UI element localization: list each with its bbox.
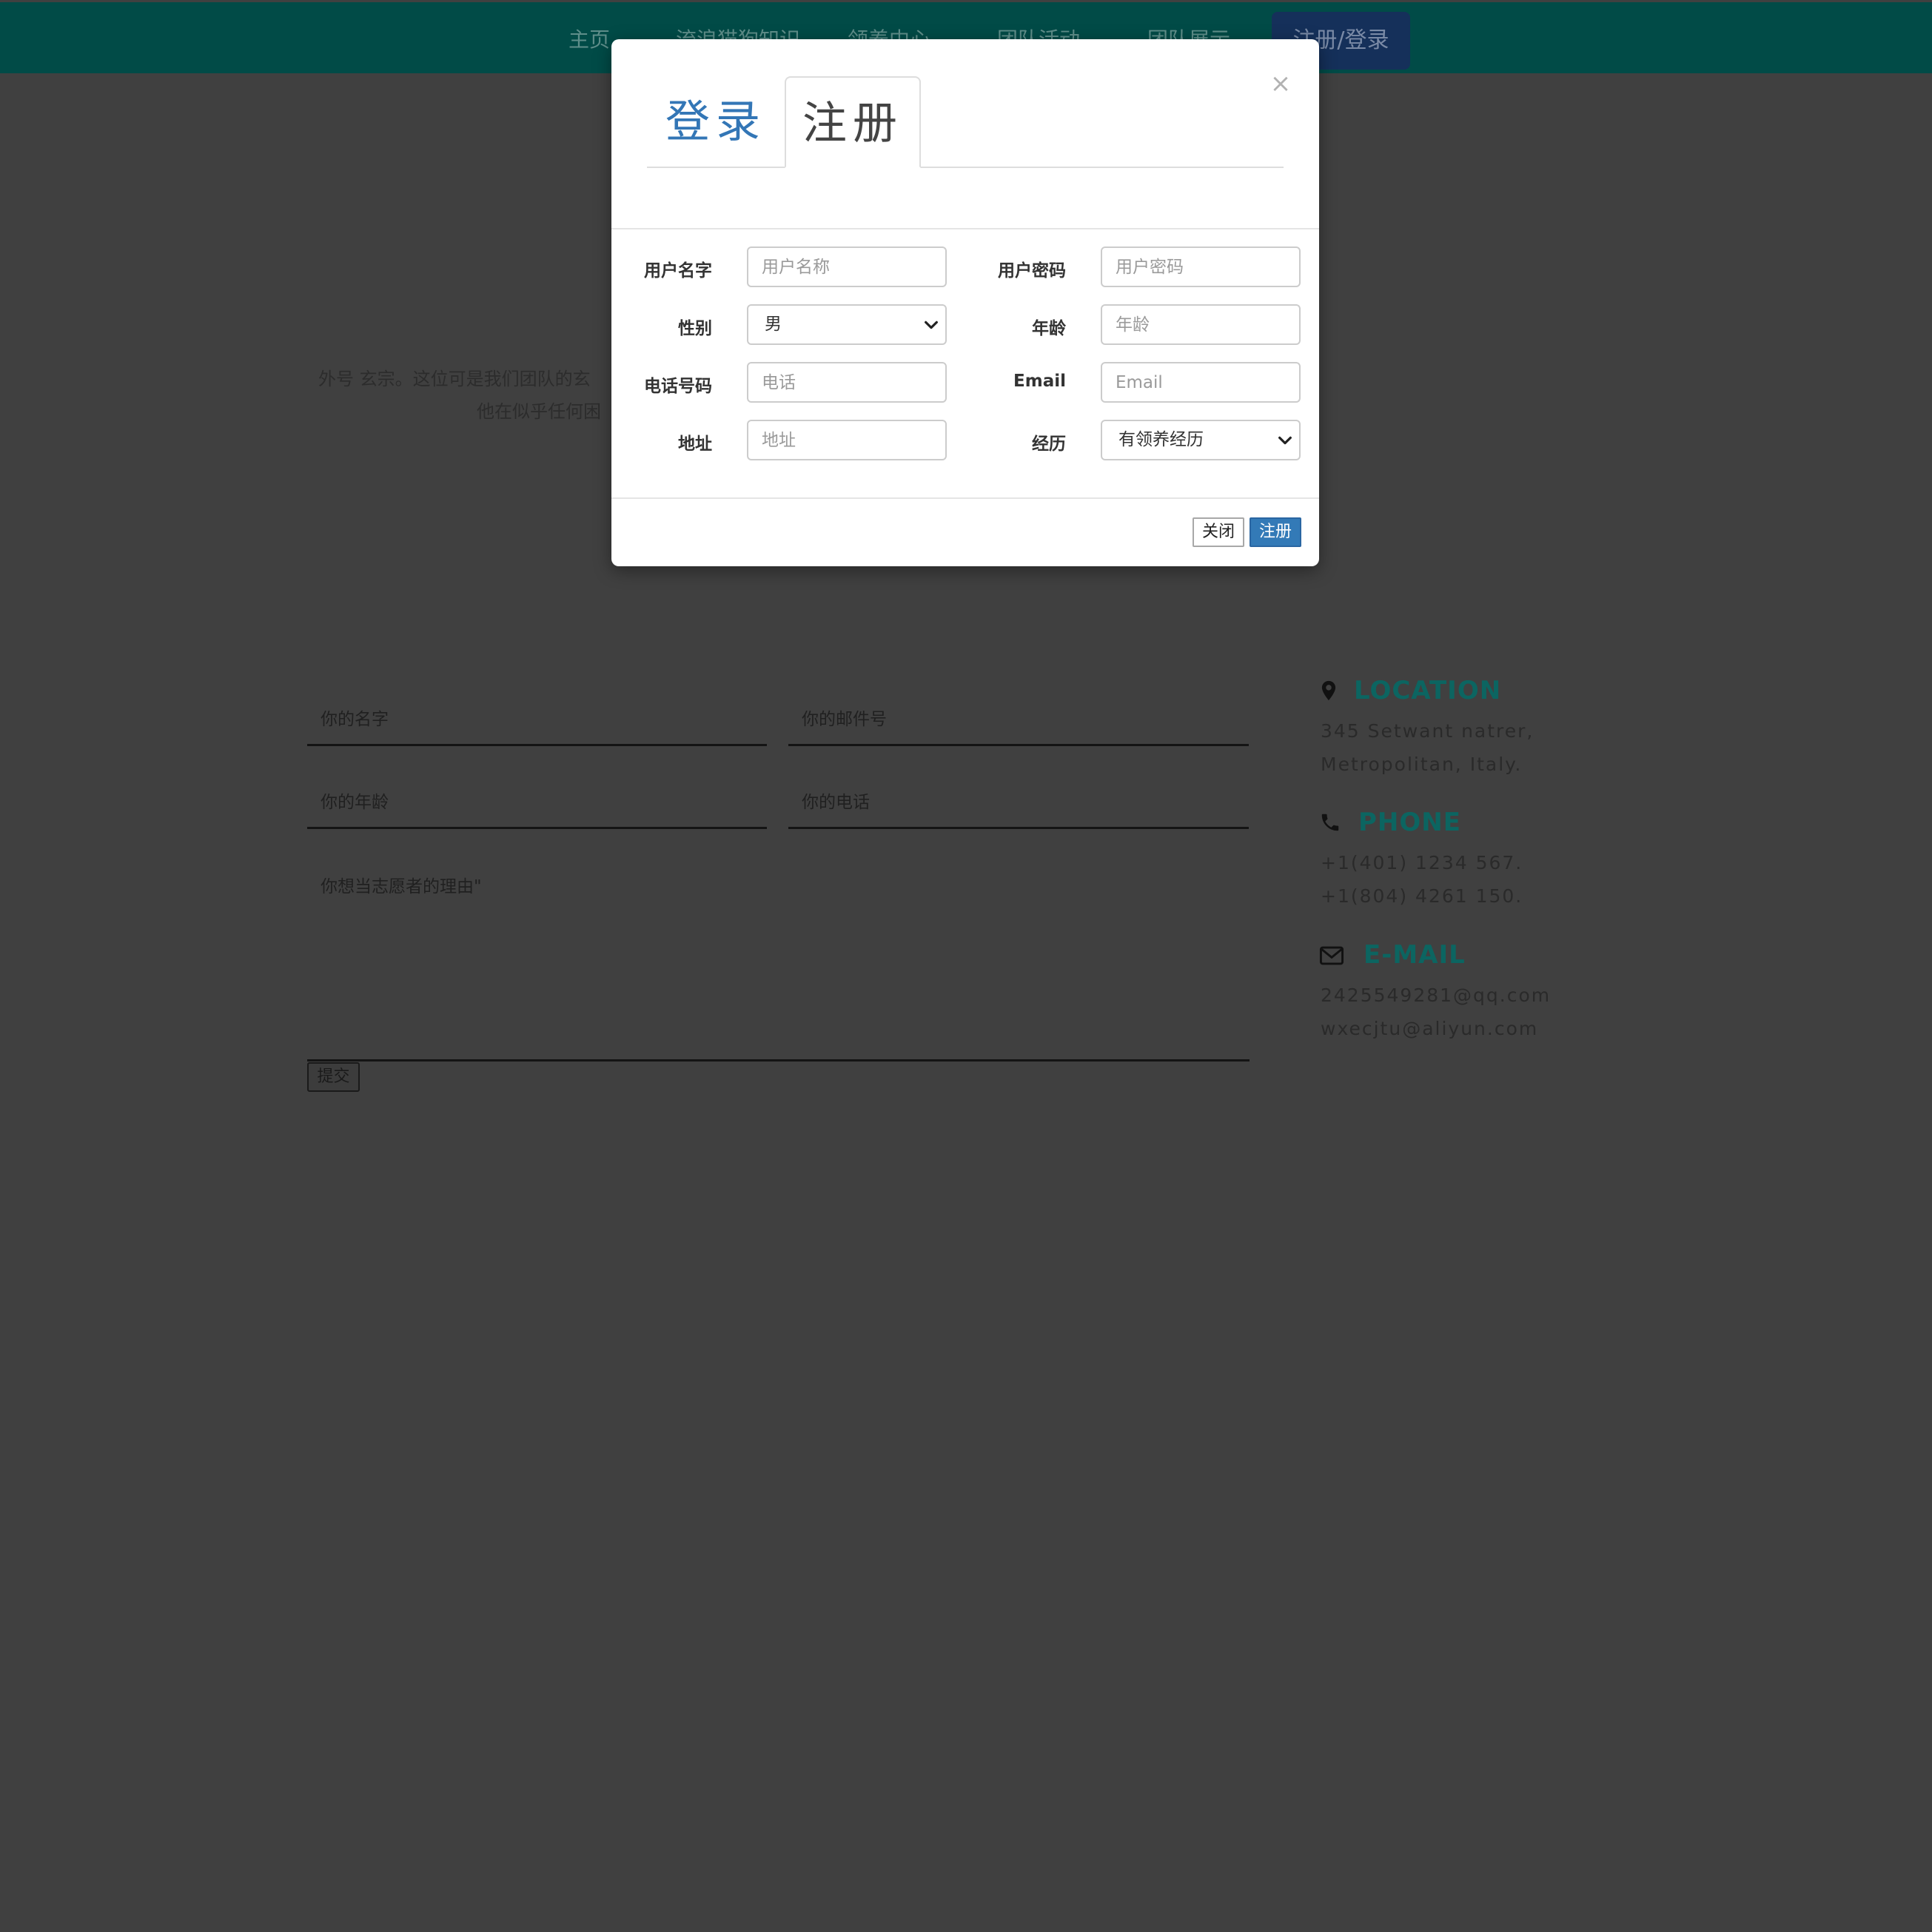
email-input[interactable] [1101,362,1301,403]
phone-icon [1321,814,1339,831]
phone-label: 电话号码 [644,377,712,396]
chevron-down-icon [1278,436,1292,445]
email-placeholder: 你的邮件号 [802,710,887,729]
bio-text-line1: 外号 玄宗。这位可是我们团队的玄 [318,369,591,389]
gender-label: 性别 [678,319,712,338]
experience-select[interactable]: 有领养经历 [1101,420,1301,460]
age-input[interactable] [1101,304,1301,345]
experience-value: 有领养经历 [1118,430,1204,449]
close-button[interactable]: 关闭 [1193,517,1244,547]
reason-textarea[interactable]: 你想当志愿者的理由" [307,872,1250,1061]
tab-register[interactable]: 注册 [785,76,921,168]
gender-value: 男 [765,315,782,334]
phone-heading: PHONE [1358,808,1461,837]
address-label: 地址 [678,435,712,454]
name-placeholder: 你的名字 [321,710,389,729]
header-divider [611,228,1319,229]
email-input[interactable]: 你的邮件号 [788,705,1249,746]
register-modal: × 登录 注册 用户名字 用户密码 性别 男 年龄 电话号码 Email 地址 … [611,39,1319,566]
username-input[interactable] [747,246,947,287]
phone-line2: +1(804) 4261 150. [1321,885,1523,907]
age-input[interactable]: 你的年龄 [307,788,767,829]
phone-line1: +1(401) 1234 567. [1321,852,1523,873]
password-input[interactable] [1101,246,1301,287]
submit-button[interactable]: 提交 [307,1062,360,1092]
username-label: 用户名字 [644,261,712,281]
phone-input[interactable] [747,362,947,403]
email-label: Email [1013,372,1066,391]
age-placeholder: 你的年龄 [321,793,389,812]
phone-input[interactable]: 你的电话 [788,788,1249,829]
register-button[interactable]: 注册 [1250,517,1301,547]
address-input[interactable] [747,420,947,460]
gender-select[interactable]: 男 [747,304,947,345]
phone-placeholder: 你的电话 [802,793,870,812]
tab-login[interactable]: 登录 [647,76,785,168]
footer-divider [611,497,1319,499]
map-marker-icon [1321,680,1336,701]
bio-text-line2: 他在似乎任何困 [477,401,601,422]
age-label: 年龄 [1032,319,1066,338]
reason-placeholder: 你想当志愿者的理由" [321,877,482,896]
chevron-down-icon [925,321,938,329]
location-line2: Metropolitan, Italy. [1321,754,1523,775]
experience-label: 经历 [1032,435,1066,454]
nav-item-home[interactable]: 主页 [568,2,610,73]
close-icon[interactable]: × [1266,69,1295,98]
email-line1: 2425549281@qq.com [1321,985,1552,1006]
location-heading: LOCATION [1354,676,1502,705]
name-input[interactable]: 你的名字 [307,705,767,746]
envelope-icon [1319,946,1344,965]
location-line1: 345 Setwant natrer, [1321,720,1534,742]
password-label: 用户密码 [998,261,1066,281]
email-heading: E-MAIL [1364,940,1466,970]
email-line2: wxecjtu@aliyun.com [1321,1018,1539,1039]
